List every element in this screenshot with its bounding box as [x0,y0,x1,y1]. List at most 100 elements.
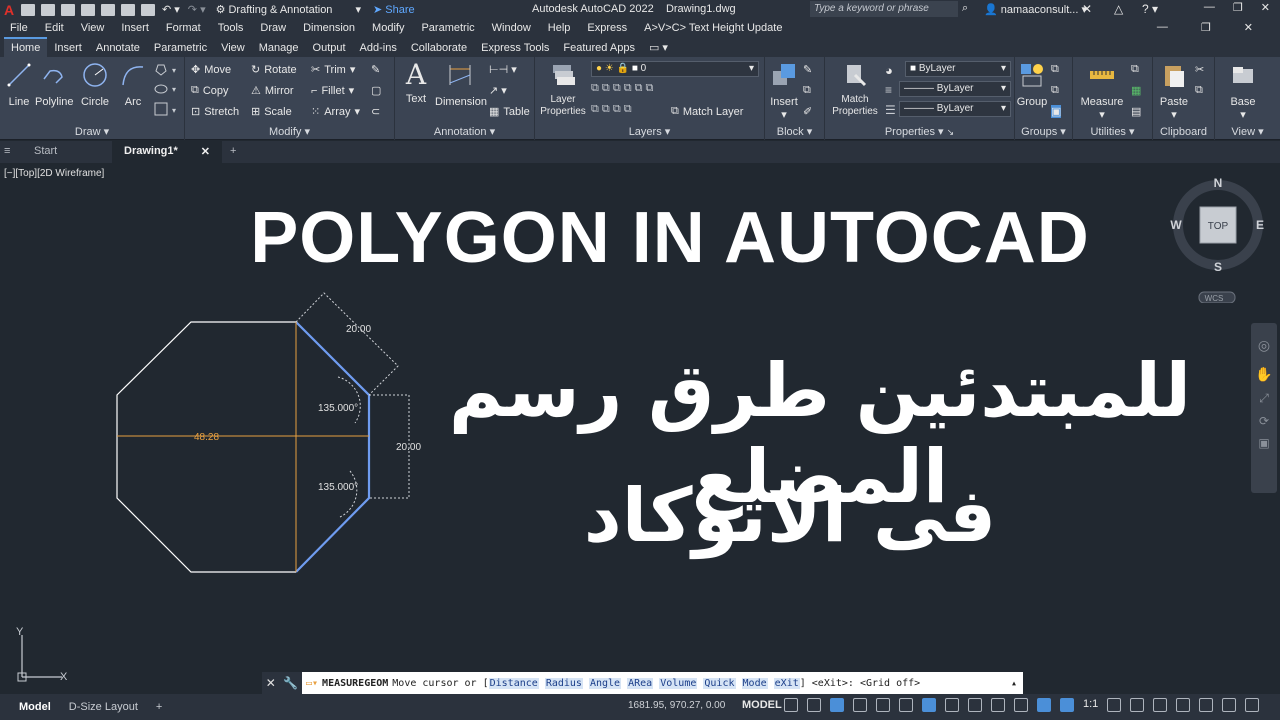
mirror-button[interactable]: ⚠ Mirror [251,84,294,98]
panel-title-utilities[interactable]: Utilities ▾ [1073,125,1152,138]
option-radius[interactable]: Radius [544,677,583,689]
ungroup-icon[interactable]: ⧉ [1051,63,1059,76]
edit-attributes-icon[interactable]: ✐ [803,105,812,118]
layer-tools-row1-icon[interactable]: ⧉ ⧉ ⧉ ⧉ ⧉ ⧉ [591,82,653,95]
save-icon[interactable] [61,3,75,16]
trim-button[interactable]: ✂ Trim ▾ [311,63,355,77]
ortho-toggle-icon[interactable] [830,698,844,712]
octagon-drawing[interactable]: 20.00 20.00 48.28 135.000° 135.000° [100,281,430,581]
transparency-icon[interactable] [991,698,1005,712]
explode-icon[interactable]: ▢ [371,84,381,97]
insert-button[interactable]: Insert ▾ [767,61,801,121]
table-button[interactable]: ▦ Table [489,105,530,119]
layer-dropdown[interactable]: ● ☀ 🔒 ■ 0 ▾ [591,61,759,77]
isodraft-icon[interactable] [899,698,913,712]
panel-title-annotation[interactable]: Annotation ▾ [395,125,534,138]
quick-select-icon[interactable]: ⧉ [1131,63,1139,76]
coordinates-readout[interactable]: 1681.95, 970.27, 0.00 [628,700,725,711]
create-block-icon[interactable]: ✎ [803,63,812,76]
dimension-button[interactable]: Dimension [435,61,487,108]
rotate-button[interactable]: ↻ Rotate [251,63,297,77]
user-account[interactable]: 👤 namaaconsult... ▾ [984,3,1087,16]
snap-toggle-icon[interactable] [807,698,821,712]
undo-icon[interactable]: ↶ ▾ [162,3,180,16]
leader-icon[interactable]: ↗ ▾ [489,84,507,97]
match-properties-button[interactable]: Match Properties [827,61,883,118]
linetype-dropdown[interactable]: ——— ByLayer ▾ [899,101,1011,117]
panel-title-groups[interactable]: Groups ▾ [1015,125,1072,138]
compass-s[interactable]: S [1214,260,1222,274]
new-file-icon[interactable] [21,3,35,16]
units-icon[interactable] [1153,698,1168,712]
search-input[interactable]: Type a keyword or phrase [810,1,958,17]
connect-icon[interactable]: △ [1114,2,1123,16]
panel-title-layers[interactable]: Layers ▾ [535,125,764,138]
object-snap-icon[interactable] [945,698,959,712]
arc-button[interactable]: Arc [118,61,148,108]
copy-button[interactable]: ⧉ Copy [191,84,229,97]
layer-properties-button[interactable]: Layer Properties [539,61,587,118]
linear-dim-icon[interactable]: ⊢⊣ ▾ [489,63,517,76]
erase-icon[interactable]: ✎ [371,63,380,76]
orbit-icon[interactable]: ⟳ [1251,414,1277,428]
menu-text-height-update[interactable]: A>V>C> Text Height Update [644,22,782,34]
option-mode[interactable]: Mode [741,677,768,689]
menu-format[interactable]: Format [166,22,201,34]
tab-home[interactable]: Home [4,37,48,57]
workspace-gear-icon[interactable] [1107,698,1122,712]
open-web-icon[interactable] [101,3,115,16]
tab-add-ins[interactable]: Add-ins [353,39,404,57]
file-tabs-menu-icon[interactable]: ≡ [0,141,22,163]
panel-title-view[interactable]: View ▾ [1215,125,1280,138]
menu-view[interactable]: View [81,22,105,34]
option-volume[interactable]: Volume [659,677,698,689]
doc-close-button[interactable]: ✕ [1244,21,1253,34]
annotation-visibility-icon[interactable] [1037,698,1051,712]
viewport-controls[interactable]: [−][Top][2D Wireframe] [4,168,104,179]
menu-parametric[interactable]: Parametric [421,22,474,34]
octagon-outline[interactable] [116,321,296,573]
tab-annotate[interactable]: Annotate [89,39,147,57]
tab-start[interactable]: Start [22,141,112,163]
redo-icon[interactable]: ↷ ▾ [188,3,206,16]
octagon-selected-edges[interactable] [295,321,371,573]
paste-button[interactable]: Paste ▾ [1157,61,1191,121]
app-store-icon[interactable]: ✕ [1082,2,1092,16]
panel-title-clipboard[interactable]: Clipboard [1153,126,1214,138]
new-tab-button[interactable]: + [222,141,244,163]
compass-w[interactable]: W [1170,218,1182,232]
menu-modify[interactable]: Modify [372,22,404,34]
menu-dimension[interactable]: Dimension [303,22,355,34]
menu-window[interactable]: Window [492,22,531,34]
group-button[interactable]: Group [1015,61,1049,108]
menu-tools[interactable]: Tools [218,22,244,34]
print-icon[interactable] [141,3,155,16]
tab-output[interactable]: Output [306,39,353,57]
selection-cycling-icon[interactable] [1014,698,1028,712]
lineweight-icon[interactable]: ≡ [885,83,892,97]
command-input[interactable]: ▭▾ MEASUREGEOM Move cursor or [ Distance… [302,672,1023,694]
tab-parametric[interactable]: Parametric [147,39,214,57]
ribbon-options-icon[interactable]: ▭ ▾ [642,38,675,57]
fillet-button[interactable]: ⌐ Fillet ▾ [311,84,354,98]
command-expand-icon[interactable]: ▴ [1011,678,1017,689]
menu-insert[interactable]: Insert [121,22,149,34]
minimize-button[interactable]: — [1204,1,1215,14]
customization-menu-icon[interactable] [1245,698,1260,712]
tab-featured-apps[interactable]: Featured Apps [556,39,642,57]
object-snap-tracking-icon[interactable] [922,698,936,712]
annotation-scale[interactable]: 1:1 [1083,698,1098,712]
option-quick[interactable]: Quick [703,677,736,689]
panel-title-block[interactable]: Block ▾ [765,125,824,138]
dialog-launcher-icon[interactable]: ↘ [947,127,955,137]
save-web-icon[interactable] [121,3,135,16]
copy-clip-icon[interactable]: ⧉ [1195,84,1203,97]
isolate-objects-icon[interactable] [1199,698,1214,712]
line-button[interactable]: Line [4,61,34,108]
option-angle[interactable]: Angle [588,677,622,689]
tab-manage[interactable]: Manage [252,39,306,57]
share-button[interactable]: ➤ Share [373,3,415,16]
customize-wrench-icon[interactable]: 🔧 [283,676,298,690]
text-button[interactable]: A Text [401,61,431,106]
command-history-icon[interactable]: ▭▾ [306,678,318,689]
